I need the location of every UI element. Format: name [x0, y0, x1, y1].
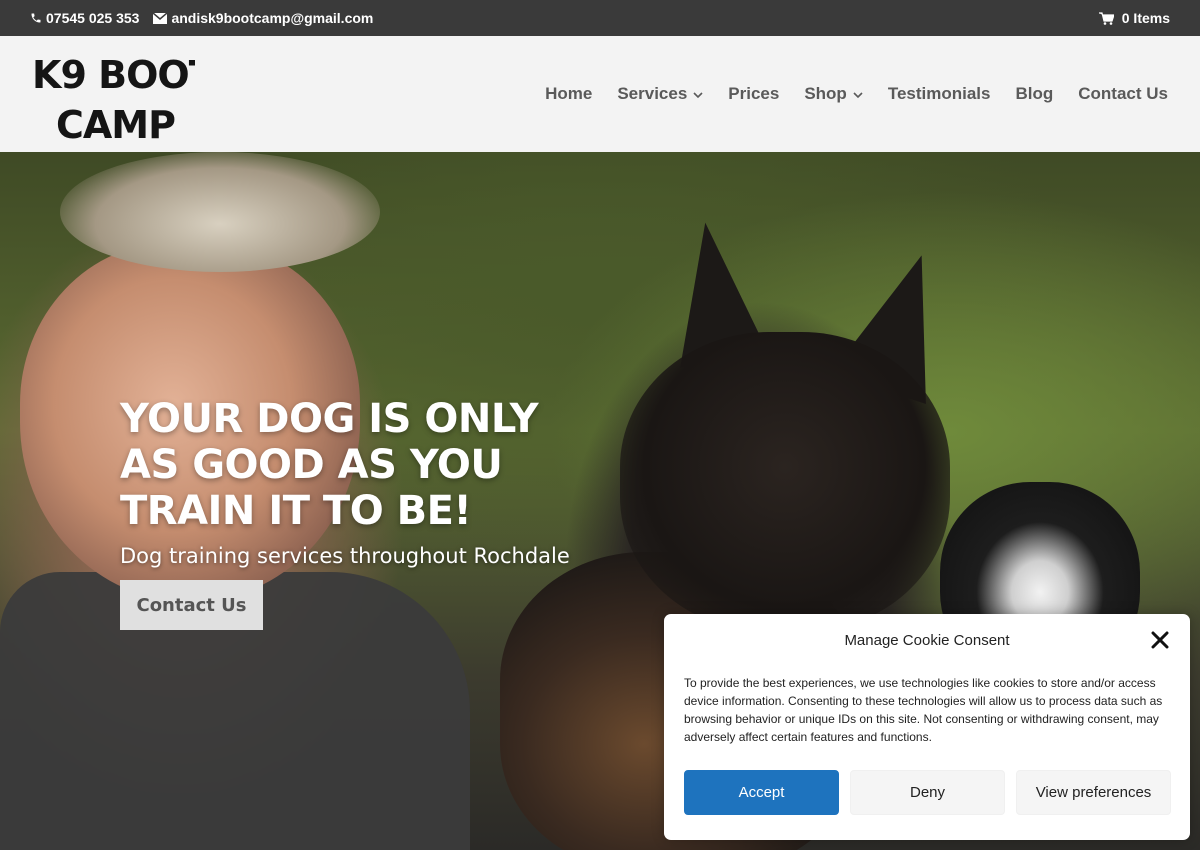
hero-title-line: AS GOOD AS YOU — [120, 442, 503, 488]
cookie-buttons: Accept Deny View preferences — [684, 770, 1171, 815]
cart-count: 0 Items — [1121, 10, 1170, 26]
nav-label: Testimonials — [887, 84, 991, 103]
nav-item-contact[interactable]: Contact Us — [1078, 84, 1168, 104]
top-bar: 07545 025 353 andisk9bootcamp@gmail.com … — [0, 0, 1200, 36]
nav-label: Blog — [1015, 84, 1054, 103]
nav-item-blog[interactable]: Blog — [1015, 84, 1053, 104]
cart-link[interactable]: 0 Items — [1098, 10, 1170, 26]
nav-item-services[interactable]: Services — [617, 84, 703, 104]
envelope-icon — [153, 12, 168, 24]
email-link[interactable]: andisk9bootcamp@gmail.com — [153, 10, 373, 26]
hero-photo-dog-head — [620, 332, 950, 632]
deny-button[interactable]: Deny — [850, 770, 1005, 815]
phone-icon — [30, 12, 42, 24]
accept-button[interactable]: Accept — [684, 770, 839, 815]
logo-line1: K9 BOOT — [32, 53, 195, 97]
cookie-text: To provide the best experiences, we use … — [684, 676, 1163, 744]
top-bar-contact: 07545 025 353 andisk9bootcamp@gmail.com — [30, 10, 373, 26]
view-preferences-button[interactable]: View preferences — [1016, 770, 1171, 815]
site-header: K9 BOOT CAMP Home Services Prices Shop T… — [0, 36, 1200, 152]
nav-label: Home — [545, 84, 593, 103]
cart-icon — [1098, 11, 1114, 25]
hero-contact-button[interactable]: Contact Us — [120, 580, 263, 630]
nav-label: Shop — [804, 84, 847, 103]
phone-link[interactable]: 07545 025 353 — [30, 10, 139, 26]
logo-line2: CAMP — [56, 103, 175, 146]
hero-photo-person-hair — [60, 152, 380, 272]
chevron-down-icon — [693, 84, 703, 104]
main-nav: Home Services Prices Shop Testimonials B… — [545, 84, 1168, 104]
nav-label: Services — [617, 84, 688, 103]
nav-item-testimonials[interactable]: Testimonials — [888, 84, 991, 104]
phone-number: 07545 025 353 — [46, 10, 140, 26]
cookie-consent-dialog: Manage Cookie Consent To provide the bes… — [664, 614, 1190, 840]
hero-text: YOUR DOG IS ONLY AS GOOD AS YOU TRAIN IT… — [120, 396, 600, 568]
nav-item-prices[interactable]: Prices — [728, 84, 779, 104]
cookie-title: Manage Cookie Consent — [844, 632, 1010, 649]
hero-title-line: YOUR DOG IS ONLY — [120, 396, 539, 442]
nav-label: Contact Us — [1078, 84, 1168, 103]
nav-label: Prices — [728, 84, 780, 103]
hero-title: YOUR DOG IS ONLY AS GOOD AS YOU TRAIN IT… — [120, 396, 600, 534]
site-logo[interactable]: K9 BOOT CAMP — [30, 50, 195, 146]
nav-item-shop[interactable]: Shop — [804, 84, 863, 104]
nav-item-home[interactable]: Home — [545, 84, 592, 104]
close-icon[interactable] — [1150, 630, 1170, 650]
email-address: andisk9bootcamp@gmail.com — [171, 10, 374, 26]
hero-title-line: TRAIN IT TO BE! — [120, 488, 472, 534]
chevron-down-icon — [853, 84, 863, 104]
hero-subtitle: Dog training services throughout Rochdal… — [120, 544, 570, 568]
